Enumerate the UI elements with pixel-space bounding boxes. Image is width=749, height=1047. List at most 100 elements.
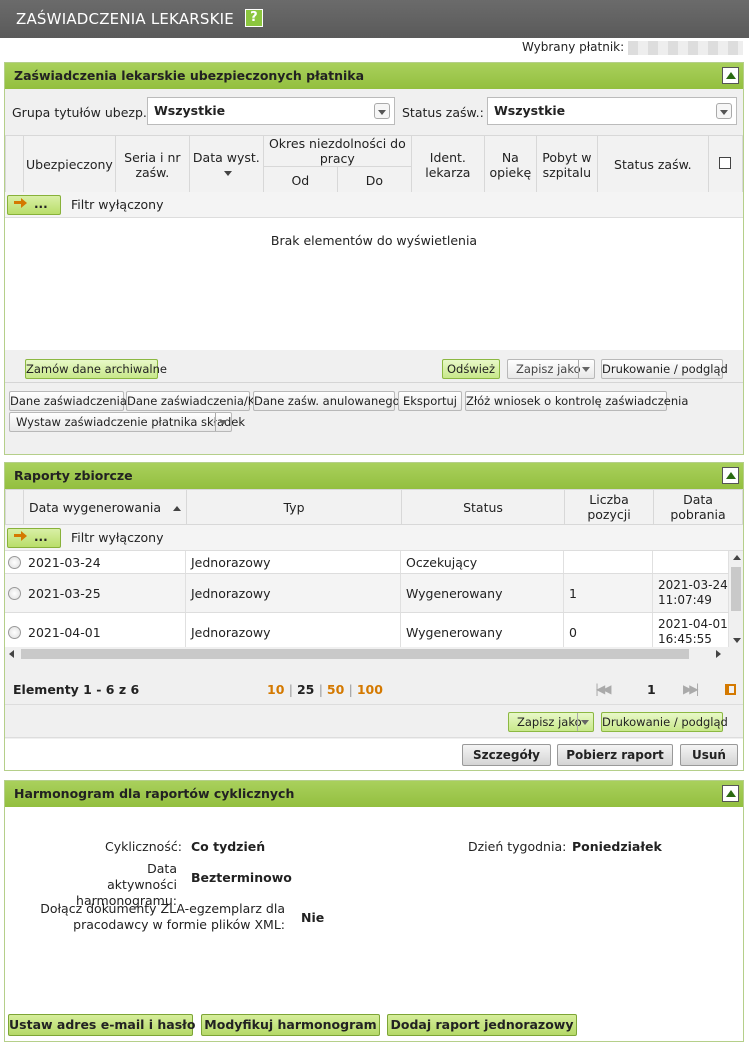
row-radio[interactable] <box>8 587 21 600</box>
page-title-bar: ZAŚWIADCZENIA LEKARSKIE ? <box>0 0 749 38</box>
chevron-down-icon[interactable] <box>215 413 231 431</box>
vertical-scrollbar[interactable] <box>729 551 743 647</box>
table-row[interactable]: 2021-03-24 Jednorazowy Oczekujący <box>5 551 729 574</box>
page-size-25[interactable]: 25 <box>297 682 314 697</box>
col-date-downloaded[interactable]: Data pobrania <box>653 489 743 525</box>
save-as-button[interactable]: Zapisz jako <box>508 712 594 732</box>
col-date-issued-label: Data wyst. <box>192 149 260 165</box>
col-care[interactable]: Na opiekę <box>483 135 537 194</box>
activity-value: Bezterminowo <box>191 870 292 885</box>
cell-date: 2021-03-25 <box>23 574 186 612</box>
first-page-icon[interactable]: |◀◀ <box>595 682 611 696</box>
col-insured[interactable]: Ubezpieczony <box>23 135 116 194</box>
delete-button[interactable]: Usuń <box>680 744 738 766</box>
col-status[interactable]: Status <box>401 489 565 525</box>
issue-cert-label: Wystaw zaświadczenie płatnika składek <box>16 415 246 429</box>
schedule-panel-header: Harmonogram dla raportów cyklicznych <box>5 781 743 807</box>
col-date-generated[interactable]: Data wygenerowania <box>23 489 187 525</box>
help-icon[interactable]: ? <box>244 8 263 27</box>
save-as-button[interactable]: Zapisz jako <box>507 359 595 379</box>
filter-button[interactable]: ... <box>7 528 61 548</box>
cell-downloaded: 2021-03-24 11:07:49 <box>653 574 729 612</box>
cell-date: 2021-03-24 <box>23 551 186 573</box>
print-button[interactable]: Drukowanie / podgląd <box>601 712 728 732</box>
col-from[interactable]: Od <box>262 166 338 194</box>
certificates-filter-bar: ... Filtr wyłączony <box>5 192 743 218</box>
cell-count: 0 <box>564 613 653 651</box>
col-select-all[interactable] <box>707 135 744 194</box>
scroll-up-icon[interactable] <box>733 555 741 560</box>
cell-type: Jednorazowy <box>186 551 401 573</box>
last-page-icon[interactable]: ▶▶| <box>683 682 699 696</box>
print-button[interactable]: Drukowanie / podgląd <box>601 359 728 379</box>
cell-status: Wygenerowany <box>401 574 564 612</box>
col-date-issued[interactable]: Data wyst. <box>188 135 264 194</box>
page-size-10[interactable]: 10 <box>267 682 284 697</box>
col-series[interactable]: Seria i nr zaśw. <box>114 135 190 194</box>
col-type[interactable]: Typ <box>186 489 402 525</box>
attach-label: Dołącz dokumenty ZLA-egzemplarz dla prac… <box>40 901 285 932</box>
order-archive-button[interactable]: Zamów dane archiwalne <box>25 359 167 379</box>
table-row[interactable]: 2021-03-25 Jednorazowy Wygenerowany 1 20… <box>5 574 729 613</box>
scroll-down-icon[interactable] <box>733 638 741 643</box>
col-hospital[interactable]: Pobyt w szpitalu <box>535 135 598 194</box>
cert-details-k-button[interactable]: Dane zaświadczenia/K <box>126 391 255 411</box>
pagination-bar: Elementy 1 - 6 z 6 10 | 25 | 50 | 100 |◀… <box>5 675 743 705</box>
cell-status: Wygenerowany <box>401 613 564 651</box>
download-report-button[interactable]: Pobierz raport <box>557 744 673 766</box>
scroll-left-icon[interactable] <box>9 650 14 658</box>
page-size-50[interactable]: 50 <box>327 682 344 697</box>
horizontal-scrollbar[interactable] <box>5 647 743 661</box>
group-select[interactable]: Wszystkie <box>147 97 395 125</box>
status-label: Status zaśw.: <box>402 105 484 120</box>
cancelled-cert-button[interactable]: Dane zaśw. anulowanego <box>253 391 400 411</box>
col-status[interactable]: Status zaśw. <box>596 135 709 194</box>
header-spacer <box>5 489 24 525</box>
certificates-toolbar: Zamów dane archiwalne Odśwież Zapisz jak… <box>5 350 743 383</box>
chevron-down-icon[interactable] <box>374 103 390 119</box>
row-radio[interactable] <box>8 556 21 569</box>
payer-label: Wybrany płatnik: <box>521 40 625 54</box>
filter-button[interactable]: ... <box>7 195 61 215</box>
status-select[interactable]: Wszystkie <box>487 97 737 125</box>
modify-schedule-button[interactable]: Modyfikuj harmonogram <box>201 1014 380 1036</box>
collapse-icon[interactable] <box>722 67 739 84</box>
certificates-panel-title: Zaświadczenia lekarskie ubezpieczonych p… <box>14 68 365 83</box>
filter-button-label: ... <box>34 197 48 211</box>
cell-count: 1 <box>564 574 653 612</box>
sort-asc-icon <box>173 505 182 511</box>
report-actions: Szczegóły Pobierz raport Usuń <box>5 739 743 770</box>
page-size-100[interactable]: 100 <box>357 682 383 697</box>
col-to[interactable]: Do <box>336 166 412 194</box>
add-one-time-report-button[interactable]: Dodaj raport jednorazowy <box>387 1014 577 1036</box>
scroll-right-icon[interactable] <box>716 650 721 658</box>
col-doctor[interactable]: Ident. lekarza <box>410 135 485 194</box>
cell-type: Jednorazowy <box>186 574 401 612</box>
cyclicity-value: Co tydzień <box>191 839 266 854</box>
group-label: Grupa tytułów ubezp.: <box>12 105 152 120</box>
collapse-icon[interactable] <box>722 467 739 484</box>
scroll-thumb-h[interactable] <box>21 649 689 659</box>
schedule-panel: Harmonogram dla raportów cyklicznych Cyk… <box>4 780 744 1042</box>
chevron-down-icon[interactable] <box>577 713 593 731</box>
page-settings-icon[interactable] <box>725 684 736 695</box>
refresh-button[interactable]: Odśwież <box>442 359 500 379</box>
scroll-thumb[interactable] <box>731 567 741 611</box>
cyclicity-label: Cykliczność: <box>105 839 182 854</box>
collapse-icon[interactable] <box>722 785 739 802</box>
chevron-down-icon[interactable] <box>716 103 732 119</box>
chevron-down-icon[interactable] <box>578 360 594 378</box>
page-size-selector: 10 | 25 | 50 | 100 <box>267 682 383 697</box>
select-all-checkbox[interactable] <box>719 157 732 169</box>
cell-type: Jednorazowy <box>186 613 401 651</box>
col-count[interactable]: Liczba pozycji <box>564 489 654 525</box>
issue-cert-button[interactable]: Wystaw zaświadczenie płatnika składek <box>9 412 245 432</box>
export-button[interactable]: Eksportuj <box>398 391 462 411</box>
reports-panel-title: Raporty zbiorcze <box>14 468 133 483</box>
details-button[interactable]: Szczegóły <box>462 744 551 766</box>
control-request-button[interactable]: Złóż wniosek o kontrolę zaświadczenia <box>465 391 688 411</box>
row-radio[interactable] <box>8 626 21 639</box>
set-email-password-button[interactable]: Ustaw adres e-mail i hasło <box>8 1014 195 1036</box>
payer-value-redacted <box>628 40 743 55</box>
cert-details-button[interactable]: Dane zaświadczenia <box>9 391 127 411</box>
